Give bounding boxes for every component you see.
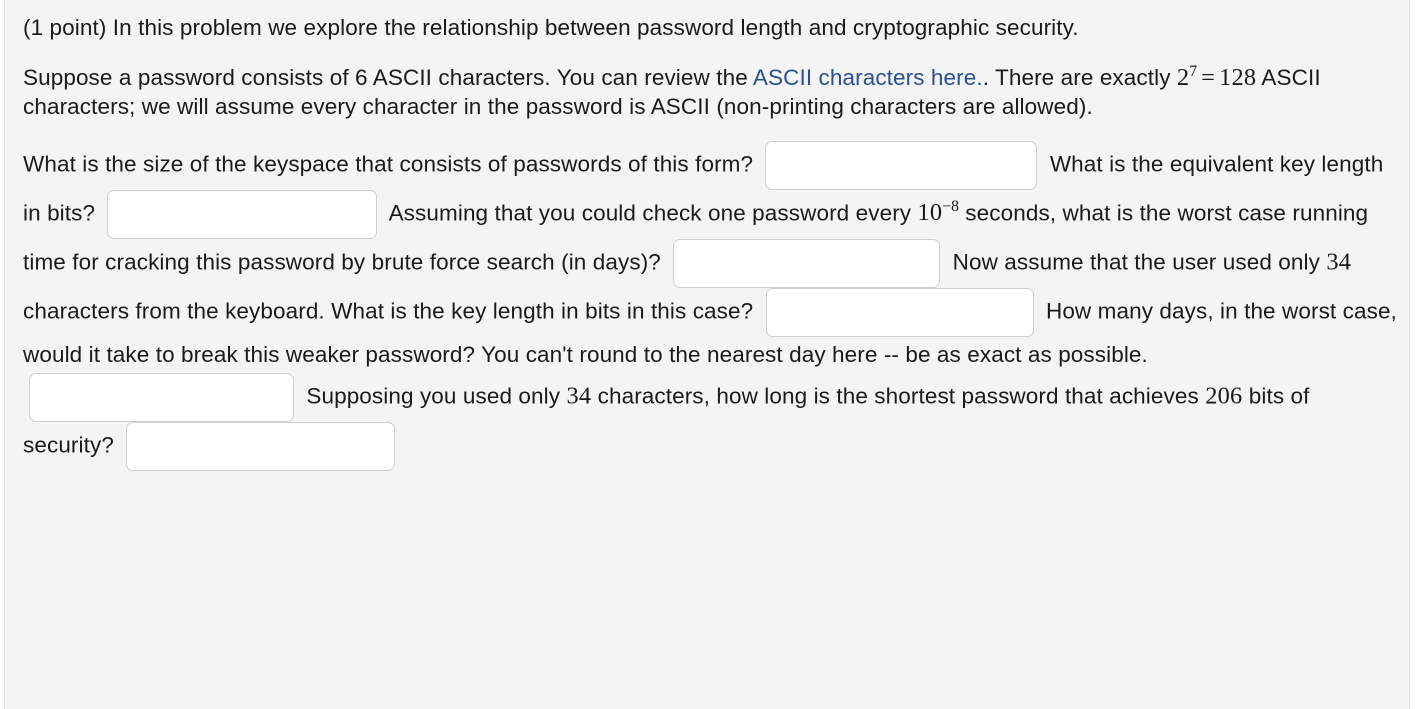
math-value: 128	[1219, 63, 1257, 91]
answer-input-keyspace-size[interactable]	[765, 140, 1038, 190]
math-exponent: −8	[942, 198, 959, 216]
setup-text-after-link: . There are exactly	[982, 64, 1177, 90]
question-weaker-key-length-text-before-number: Now assume that the user used only	[952, 249, 1327, 275]
question-worst-case-days-text-before-math: Assuming that you could check one passwo…	[388, 200, 918, 226]
question-keyspace-size-label: What is the size of the keyspace that co…	[23, 151, 754, 177]
math-exponent: 7	[1189, 62, 1198, 80]
problem-body: (1 point) In this problem we explore the…	[23, 14, 1397, 472]
answer-input-weaker-key-length-bits[interactable]	[765, 287, 1034, 337]
questions-block: What is the size of the keyspace that co…	[23, 140, 1397, 472]
answer-input-weaker-days[interactable]	[29, 373, 294, 423]
question-shortest-password-text-mid: characters, how long is the shortest pas…	[591, 383, 1206, 409]
math-base: 10	[917, 199, 943, 227]
setup-text-before-link: Suppose a password consists of 6 ASCII c…	[23, 64, 753, 90]
answer-input-shortest-password-length[interactable]	[126, 422, 396, 472]
answer-input-worst-case-days[interactable]	[673, 238, 941, 288]
question-weaker-key-length-text-after-number: characters from the keyboard. What is th…	[23, 298, 754, 324]
intro-paragraph: (1 point) In this problem we explore the…	[23, 14, 1397, 43]
math-base: 2	[1176, 63, 1190, 91]
answer-input-key-length-bits[interactable]	[107, 189, 378, 239]
math-two-hundred-six: 206	[1205, 382, 1243, 410]
math-ten-to-negative-eight: 10−8	[918, 199, 959, 226]
math-thirty-four: 34	[1326, 248, 1352, 276]
setup-paragraph: Suppose a password consists of 6 ASCII c…	[23, 62, 1397, 122]
problem-panel: (1 point) In this problem we explore the…	[4, 0, 1410, 709]
intro-text: (1 point) In this problem we explore the…	[23, 15, 1079, 40]
question-shortest-password-text-before-number: Supposing you used only	[306, 383, 567, 409]
ascii-characters-link[interactable]: ASCII characters here.	[753, 65, 983, 90]
math-thirty-four-second: 34	[566, 382, 592, 410]
math-equals-sign: =	[1201, 63, 1216, 91]
math-two-to-seven-equals-128: 27 = 128	[1176, 62, 1257, 91]
